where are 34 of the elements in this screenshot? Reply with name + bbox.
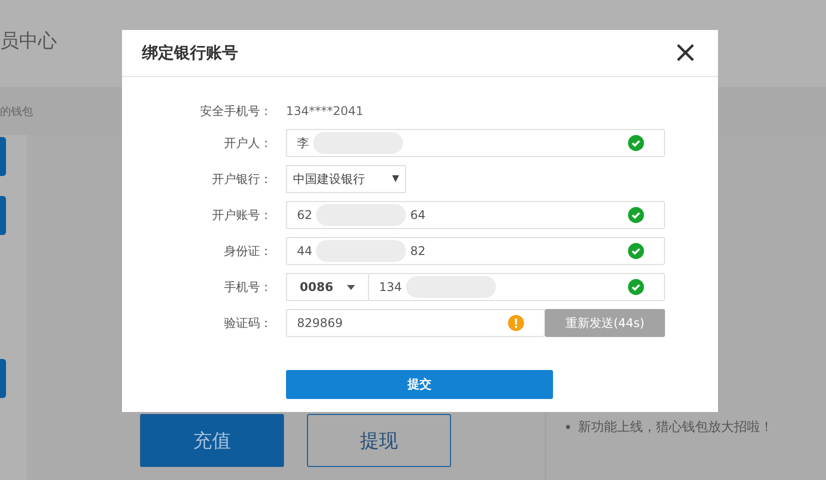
country-code-select[interactable]: 0086 (286, 273, 368, 301)
field-value: 李 (297, 134, 309, 152)
wallet-button[interactable]: 充值 (140, 414, 284, 467)
submit-button[interactable]: 提交 (286, 370, 553, 399)
field-label: 开户人： (223, 134, 273, 152)
close-button[interactable]: × (672, 38, 698, 68)
caret-icon (347, 284, 356, 290)
bank-select[interactable]: 中国建设银行 ▼ (286, 165, 406, 193)
field-label: 验证码： (223, 314, 273, 332)
bullet-dot (566, 425, 570, 429)
wallet-button[interactable]: 提现 (307, 414, 451, 467)
side-tab[interactable] (0, 359, 6, 398)
input-field[interactable]: 44 82 (286, 237, 665, 265)
page-title: 员中心 (0, 28, 57, 54)
field-value: 829869 (297, 316, 343, 330)
field-value: 44 (297, 244, 312, 258)
field-label: 安全手机号： (199, 102, 273, 120)
input-field[interactable]: 李 (286, 129, 665, 157)
phone-value: 134****2041 (286, 104, 364, 118)
field-label: 开户银行： (211, 170, 273, 188)
dialog-title: 绑定银行账号 (142, 42, 238, 64)
input-field[interactable]: 134 (368, 273, 665, 301)
field-label: 开户账号： (211, 206, 273, 224)
notice-text: 新功能上线，猎心钱包放大招啦！ (578, 419, 773, 436)
side-tab[interactable] (0, 137, 6, 176)
field-value: 64 (410, 208, 426, 222)
side-tab[interactable] (0, 196, 6, 235)
input-field[interactable]: 62 64 (286, 201, 665, 229)
field-label: 身份证： (223, 242, 273, 260)
field-value: 82 (410, 244, 426, 258)
field-value: 62 (297, 208, 312, 222)
field-label: 手机号： (223, 278, 273, 296)
field-value: 134 (379, 280, 402, 294)
breadcrumb: 的钱包 (0, 104, 33, 118)
